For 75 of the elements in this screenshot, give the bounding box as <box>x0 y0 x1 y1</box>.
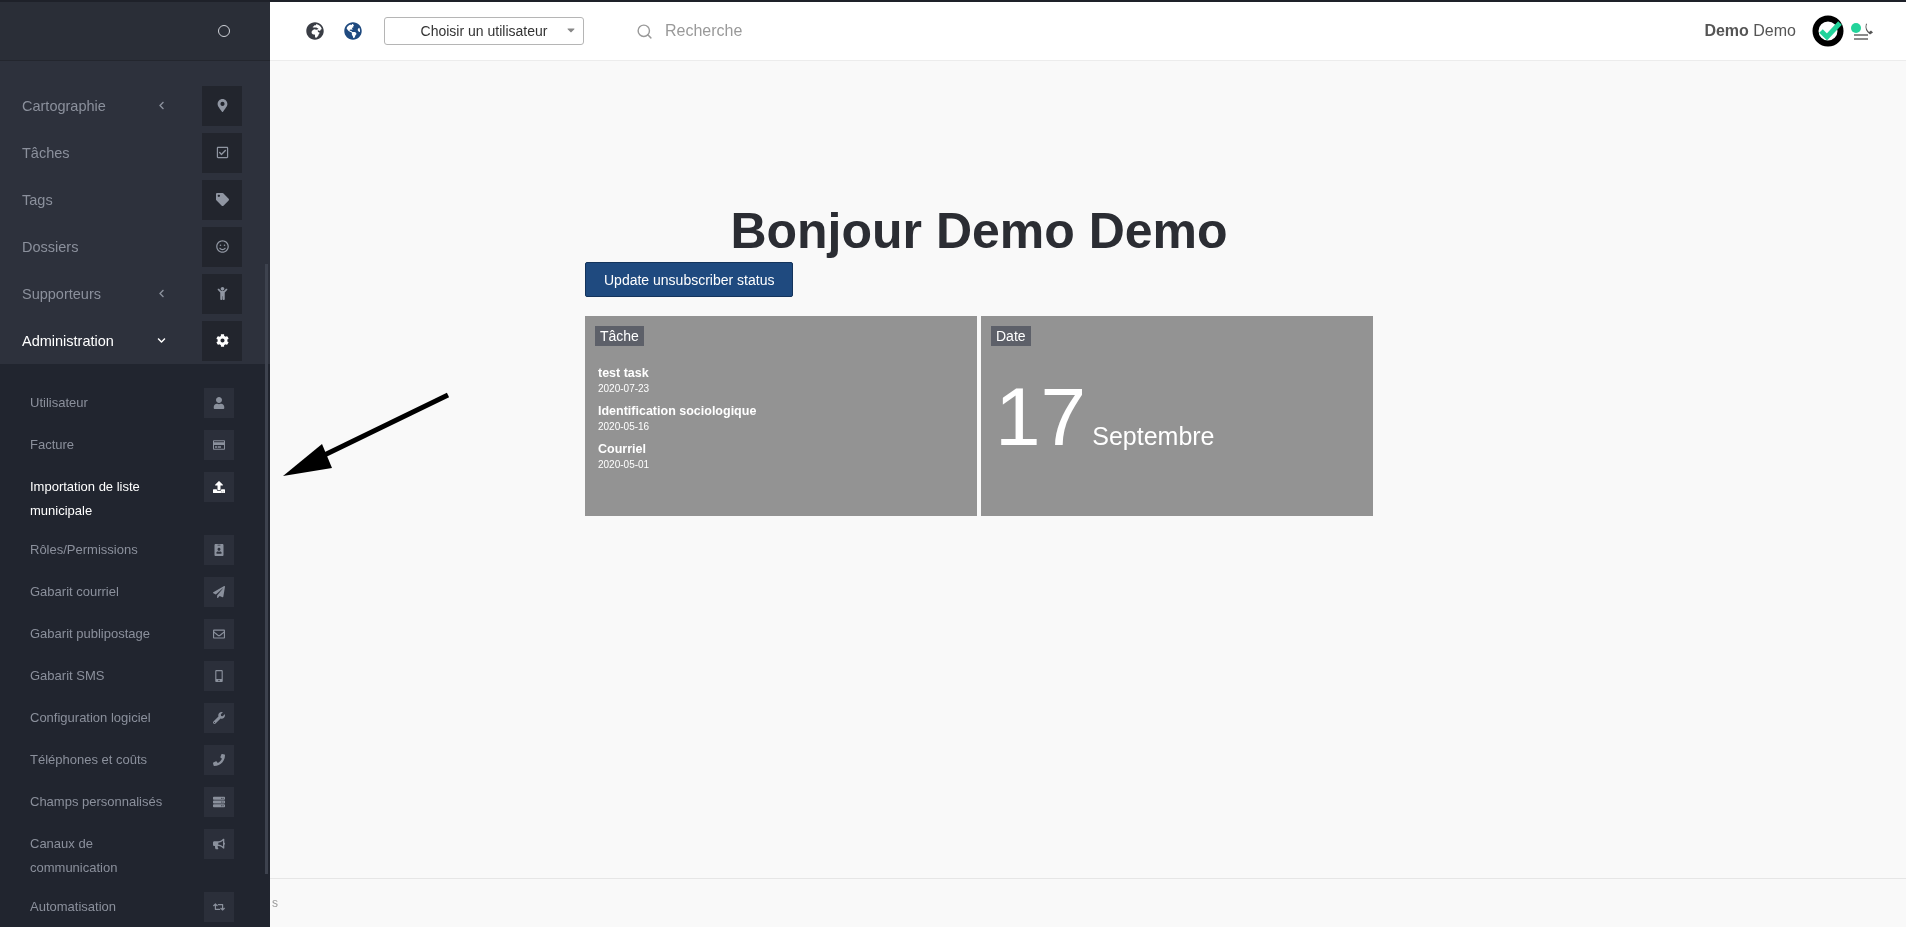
sidebar-item-label: Tâches <box>22 144 71 161</box>
tag-icon <box>202 179 242 220</box>
sidebar-item[interactable]: Tâches <box>0 129 270 176</box>
check-logo-icon[interactable] <box>1812 15 1844 47</box>
sidebar-item[interactable]: Dossiers <box>0 223 270 270</box>
footer-text: s <box>272 896 278 910</box>
submenu-item[interactable]: Importation de liste municipale <box>0 466 270 529</box>
stacked-bars-icon <box>204 787 234 817</box>
submenu-item[interactable]: Facture <box>0 424 270 466</box>
submenu-item[interactable]: Configuration logiciel <box>0 697 270 739</box>
submenu-item[interactable]: Utilisateur <box>0 382 270 424</box>
map-pin-icon <box>202 85 242 126</box>
submenu-item[interactable]: Gabarit courriel <box>0 571 270 613</box>
submenu-item-label: Rôles/Permissions <box>30 541 138 559</box>
sidebar-item-label: Supporteurs <box>22 285 102 302</box>
update-status-button[interactable]: Update unsubscriber status <box>585 262 794 297</box>
submenu-item[interactable]: Rôles/Permissions <box>0 529 270 571</box>
task-name[interactable]: Identification sociologique <box>595 404 967 418</box>
globe-icon[interactable] <box>306 22 324 40</box>
search-icon <box>636 22 653 40</box>
user-name: Demo Demo <box>1704 22 1796 40</box>
person-icon <box>202 273 242 314</box>
task-name[interactable]: test task <box>595 366 967 380</box>
sidebar-item-label: Cartographie <box>22 97 107 114</box>
submenu-item-label: Téléphones et coûts <box>30 751 148 769</box>
submenu-item-label: Canaux de communication <box>30 835 119 877</box>
wrench-icon <box>204 703 234 733</box>
upload-icon <box>204 472 234 502</box>
smiley-icon <box>202 226 242 267</box>
checkbox-icon <box>202 132 242 173</box>
sidebar-item-label: Dossiers <box>22 238 80 255</box>
submenu-item-label: Gabarit SMS <box>30 667 105 685</box>
submenu-item-label: Configuration logiciel <box>30 709 151 727</box>
badge-icon <box>204 535 234 565</box>
sidebar-item[interactable]: Supporteurs <box>0 270 270 317</box>
submenu-item-label: Gabarit courriel <box>30 583 119 601</box>
sidebar-item[interactable]: Administration <box>0 317 270 364</box>
day-number: 17 <box>995 376 1087 458</box>
submenu-item-label: Gabarit publipostage <box>30 625 150 643</box>
sidebar-item-label: Administration <box>22 332 115 349</box>
search-field[interactable]: Recherche <box>663 21 867 41</box>
phone-icon <box>204 745 234 775</box>
envelope-icon <box>204 619 234 649</box>
submenu-item-label: Importation de liste municipale <box>30 478 141 520</box>
sidebar-item-label: Tags <box>22 191 54 208</box>
megaphone-icon <box>204 829 234 859</box>
submenu-item-label: Utilisateur <box>30 394 88 412</box>
sidebar-item[interactable]: Tags <box>0 176 270 223</box>
submenu-item[interactable]: Automatisation <box>0 886 270 927</box>
repeat-icon <box>204 892 234 922</box>
gear-icon <box>202 320 242 361</box>
card-label: Date <box>991 326 1031 346</box>
submenu-item[interactable]: Gabarit SMS <box>0 655 270 697</box>
user-select[interactable]: Choisir un utilisateur <box>384 17 584 45</box>
greeting-title: Bonjour Demo Demo <box>730 202 1228 261</box>
card-label: Tâche <box>595 326 644 346</box>
submenu-item[interactable]: Gabarit publipostage <box>0 613 270 655</box>
user-icon <box>204 388 234 418</box>
submenu-item[interactable]: Téléphones et coûts <box>0 739 270 781</box>
phone-status-icon[interactable] <box>1850 21 1876 41</box>
credit-card-icon <box>204 430 234 460</box>
sidebar-item[interactable]: Cartographie <box>0 82 270 129</box>
submenu-item[interactable]: Champs personnalisés <box>0 781 270 823</box>
task-date: 2020-07-23 <box>597 383 651 394</box>
paper-plane-icon <box>204 577 234 607</box>
task-date: 2020-05-16 <box>597 421 651 432</box>
task-date: 2020-05-01 <box>597 459 651 470</box>
submenu-item-label: Facture <box>30 436 75 454</box>
mobile-phone-icon <box>204 661 234 691</box>
submenu-item-label: Automatisation <box>30 898 116 916</box>
month-name: Septembre <box>1092 422 1215 451</box>
task-name[interactable]: Courriel <box>595 442 967 456</box>
globe-icon[interactable] <box>344 22 362 40</box>
submenu-item-label: Champs personnalisés <box>30 793 163 811</box>
submenu-item[interactable]: Canaux de communication <box>0 823 270 886</box>
